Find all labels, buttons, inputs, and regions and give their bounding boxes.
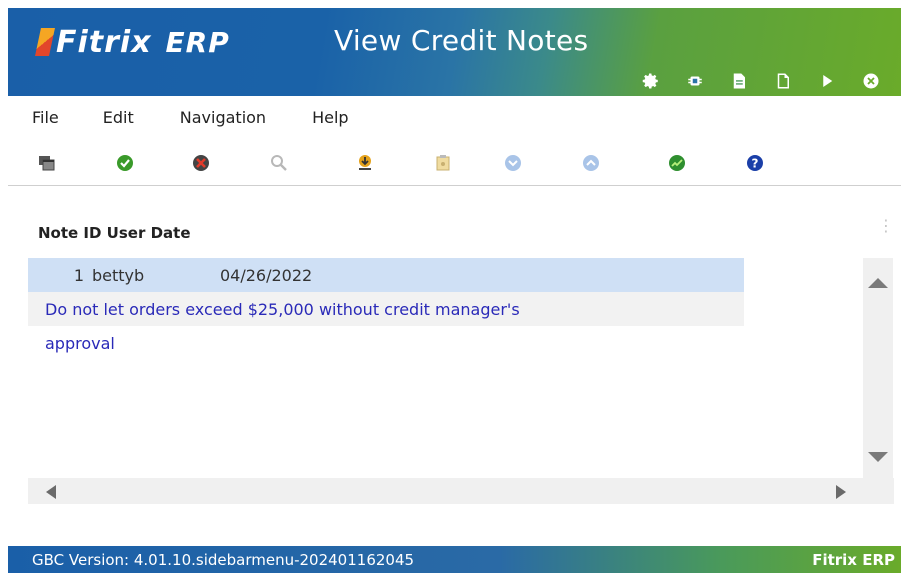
window-stack-icon — [39, 156, 55, 171]
status-brand: Fitrix ERP — [812, 550, 895, 569]
svg-text:?: ? — [752, 157, 759, 171]
grid-column-header: Note ID User Date — [38, 224, 191, 242]
scroll-right-icon[interactable] — [836, 485, 846, 499]
credit-notes-panel: Note ID User Date ⋮ 1 bettyb 04/26/2022 … — [8, 200, 901, 530]
horizontal-scrollbar[interactable] — [28, 478, 894, 504]
document-button[interactable] — [717, 66, 761, 96]
play-icon — [823, 75, 833, 87]
vertical-scrollbar[interactable] — [863, 258, 893, 488]
search-button[interactable] — [268, 152, 290, 174]
menu-edit[interactable]: Edit — [103, 108, 134, 127]
run-button[interactable] — [805, 66, 849, 96]
download-button[interactable] — [354, 152, 376, 174]
cancel-button[interactable] — [190, 152, 212, 174]
logo-mark-icon — [35, 28, 55, 56]
menu-navigation[interactable]: Navigation — [180, 108, 266, 127]
menu-bar: File Edit Navigation Help — [8, 96, 901, 138]
gear-icon — [642, 73, 658, 89]
chart-button[interactable] — [666, 152, 688, 174]
fitrix-logo: Fitrix ERP — [35, 22, 230, 62]
note-text-line-2[interactable]: approval — [28, 326, 744, 360]
previous-button[interactable] — [580, 152, 602, 174]
close-circle-icon — [863, 73, 879, 89]
table-row[interactable]: 1 bettyb 04/26/2022 — [28, 258, 744, 292]
accept-button[interactable] — [114, 152, 136, 174]
logo-text: Fitrix — [56, 24, 152, 60]
logo-suffix: ERP — [165, 25, 230, 59]
accept-check-icon — [117, 155, 133, 171]
note-id-cell: 1 — [73, 265, 84, 285]
clipboard-button[interactable] — [432, 152, 454, 174]
menu-help[interactable]: Help — [312, 108, 348, 127]
column-options-icon[interactable]: ⋮ — [878, 219, 894, 235]
document-lines-icon — [733, 73, 745, 89]
scroll-up-icon[interactable] — [868, 278, 888, 288]
help-button[interactable]: ? — [744, 152, 766, 174]
header-actions — [629, 66, 893, 96]
status-bar: GBC Version: 4.01.10.sidebarmenu-2024011… — [8, 546, 901, 573]
version-text: GBC Version: 4.01.10.sidebarmenu-2024011… — [32, 550, 415, 569]
menu-file[interactable]: File — [32, 108, 59, 127]
settings-button[interactable] — [629, 66, 673, 96]
search-magnifier-icon — [271, 155, 287, 171]
user-cell: bettyb — [92, 265, 145, 285]
arrow-down-circle-icon — [505, 155, 521, 171]
scroll-left-icon[interactable] — [46, 485, 56, 499]
arrow-up-circle-icon — [583, 155, 599, 171]
close-button[interactable] — [849, 66, 893, 96]
app-header: Fitrix ERP View Credit Notes — [8, 8, 901, 96]
chart-up-icon — [669, 155, 685, 171]
next-button[interactable] — [502, 152, 524, 174]
scroll-down-icon[interactable] — [868, 452, 888, 462]
toolbar: ? — [8, 140, 901, 186]
clipboard-icon — [436, 155, 450, 171]
notes-grid: 1 bettyb 04/26/2022 Do not let orders ex… — [28, 258, 744, 506]
new-page-button[interactable] — [761, 66, 805, 96]
note-text-line-1[interactable]: Do not let orders exceed $25,000 without… — [28, 292, 744, 326]
chip-button[interactable] — [673, 66, 717, 96]
date-cell: 04/26/2022 — [220, 265, 313, 285]
chip-icon — [688, 76, 702, 86]
page-title: View Credit Notes — [334, 24, 589, 57]
windows-button[interactable] — [36, 152, 58, 174]
cancel-x-icon — [193, 155, 209, 171]
blank-page-icon — [777, 73, 789, 89]
download-print-icon — [359, 155, 371, 170]
help-question-icon: ? — [747, 155, 763, 171]
